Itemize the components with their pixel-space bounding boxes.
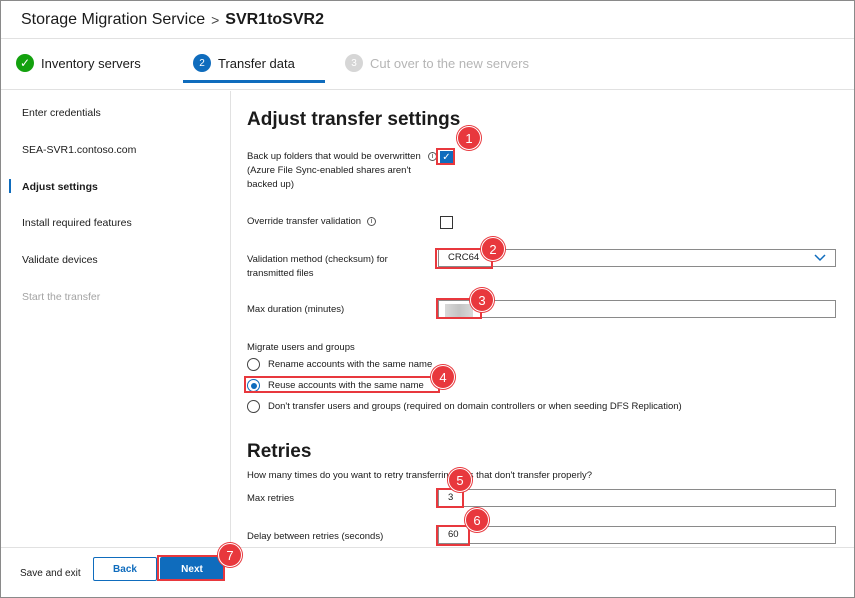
max-duration-input[interactable] xyxy=(438,300,836,318)
migrate-label: Migrate users and groups xyxy=(247,342,355,353)
callout-badge-7: 7 xyxy=(218,543,242,567)
footer-bar: Save and exit Back Next xyxy=(1,547,854,597)
callout-badge-3: 3 xyxy=(470,288,494,312)
wizard-stepper: ✓ Inventory servers 2 Transfer data 3 Cu… xyxy=(1,40,854,90)
validation-label: Validation method (checksum) for transmi… xyxy=(247,254,388,279)
override-checkbox[interactable] xyxy=(440,216,453,229)
max-duration-label: Max duration (minutes) xyxy=(247,304,345,315)
callout-badge-5: 5 xyxy=(448,468,472,492)
job-name: SVR1toSVR2 xyxy=(225,10,324,28)
sidebar: Enter credentials SEA-SVR1.contoso.com A… xyxy=(1,91,231,547)
page-header: Storage Migration Service > SVR1toSVR2 xyxy=(1,1,854,39)
callout-highlight-1 xyxy=(436,148,455,165)
step-number: 2 xyxy=(193,54,211,72)
delay-input[interactable]: 60 xyxy=(438,526,836,544)
radio-button[interactable] xyxy=(247,400,260,413)
save-and-exit-link[interactable]: Save and exit xyxy=(20,568,81,579)
radio-dont-transfer[interactable]: Don't transfer users and groups (require… xyxy=(247,400,682,413)
delay-label: Delay between retries (seconds) xyxy=(247,531,384,542)
retries-title: Retries xyxy=(247,441,312,462)
chevron-down-icon xyxy=(814,254,826,262)
active-step-indicator xyxy=(183,80,325,83)
step-label: Inventory servers xyxy=(41,55,141,71)
max-retries-input[interactable]: 3 xyxy=(438,489,836,507)
check-icon: ✓ xyxy=(16,54,34,72)
step-number: 3 xyxy=(345,54,363,72)
sidebar-item-start-transfer: Start the transfer xyxy=(22,291,101,303)
radio-rename-accounts[interactable]: Rename accounts with the same name xyxy=(247,358,432,371)
step-inventory-servers[interactable]: ✓ Inventory servers xyxy=(16,54,141,72)
radio-button[interactable] xyxy=(247,358,260,371)
sidebar-item-install-features[interactable]: Install required features xyxy=(22,217,132,229)
sidebar-item-adjust-settings[interactable]: Adjust settings xyxy=(22,181,98,193)
callout-badge-1: 1 xyxy=(457,126,481,150)
sidebar-item-validate-devices[interactable]: Validate devices xyxy=(22,254,98,266)
callout-badge-4: 4 xyxy=(431,365,455,389)
callout-highlight-7 xyxy=(157,555,225,581)
callout-highlight-6 xyxy=(436,525,470,546)
info-icon[interactable]: i xyxy=(367,217,377,226)
override-label: Override transfer validation i xyxy=(247,215,377,229)
callout-badge-2: 2 xyxy=(481,237,505,261)
page-title: Adjust transfer settings xyxy=(247,109,461,130)
main-panel: Adjust transfer settings Back up folders… xyxy=(232,91,854,547)
app-title[interactable]: Storage Migration Service xyxy=(21,11,205,29)
step-label: Transfer data xyxy=(218,55,295,71)
retries-description: How many times do you want to retry tran… xyxy=(247,470,593,481)
step-transfer-data[interactable]: 2 Transfer data xyxy=(193,54,295,72)
sidebar-item-enter-credentials[interactable]: Enter credentials xyxy=(22,107,101,119)
callout-highlight-4 xyxy=(244,376,440,393)
breadcrumb-separator: > xyxy=(211,11,220,28)
back-button[interactable]: Back xyxy=(93,557,157,581)
callout-badge-6: 6 xyxy=(465,508,489,532)
active-item-marker xyxy=(9,179,11,193)
step-label: Cut over to the new servers xyxy=(370,55,529,71)
backup-label: Back up folders that would be overwritte… xyxy=(247,151,421,190)
max-retries-label: Max retries xyxy=(247,493,294,504)
step-cut-over: 3 Cut over to the new servers xyxy=(345,54,529,72)
sidebar-item-source-server[interactable]: SEA-SVR1.contoso.com xyxy=(22,144,136,156)
